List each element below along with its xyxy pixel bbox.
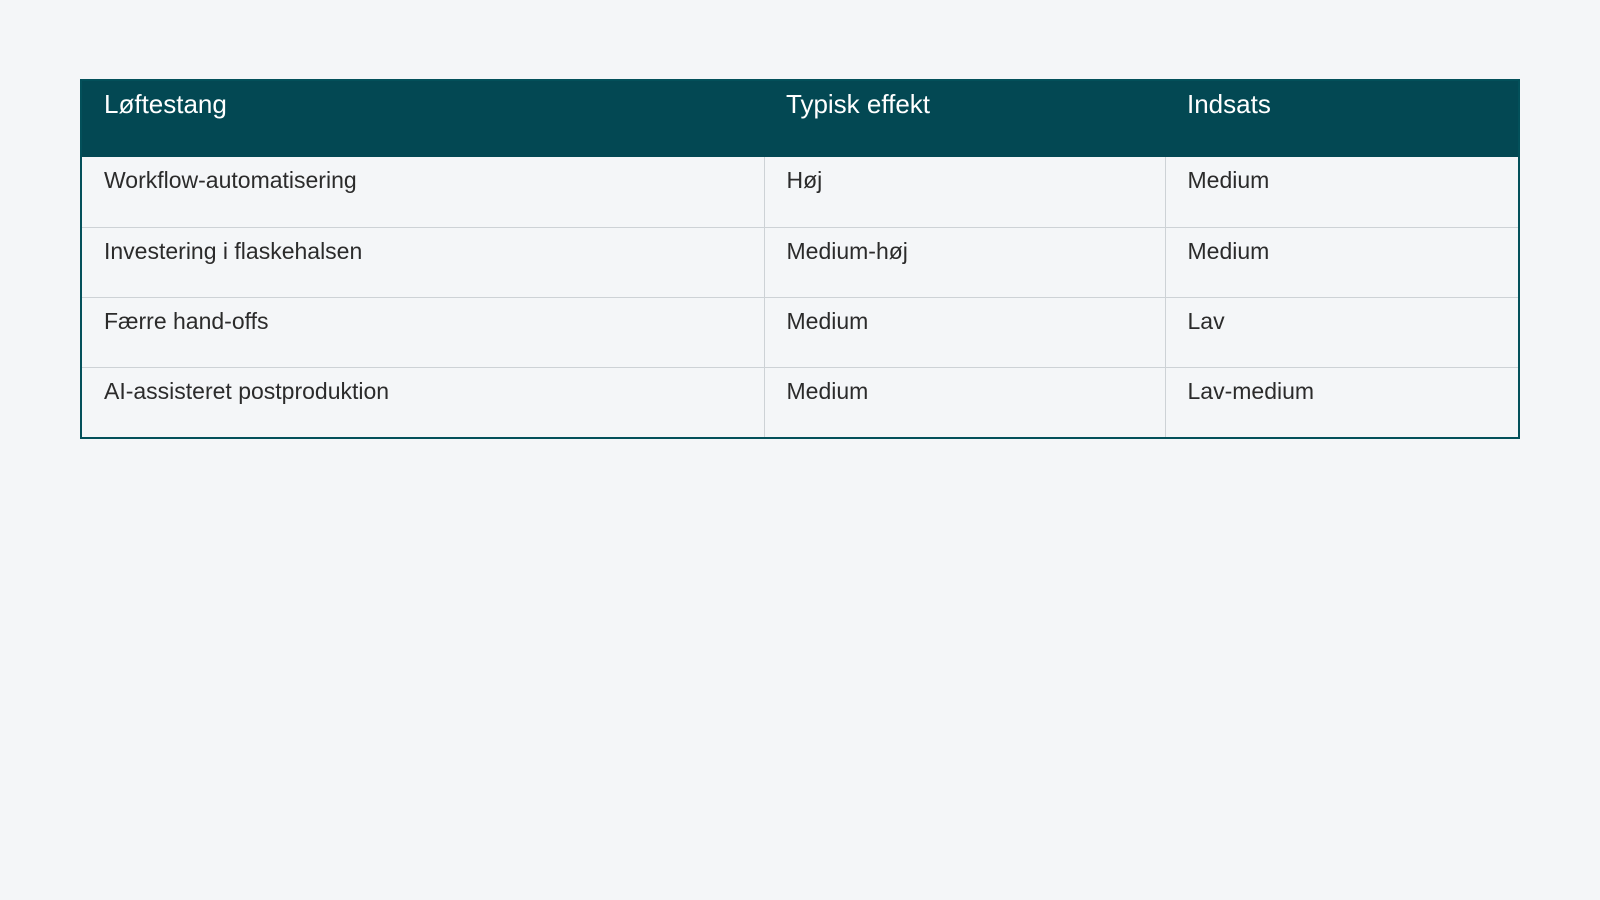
comparison-table: Løftestang Typisk effekt Indsats Workflo… — [82, 81, 1518, 437]
header-effort: Indsats — [1187, 89, 1271, 119]
table-row: Færre hand-offs Medium Lav — [82, 296, 1518, 367]
table-row: AI-assisteret postproduktion Medium Lav-… — [82, 366, 1518, 437]
cell-effort: Lav-medium — [1164, 366, 1518, 437]
header-lever: Løftestang — [104, 89, 227, 119]
cell-effect: Høj — [763, 157, 1165, 227]
cell-effort: Medium — [1164, 157, 1518, 227]
table-row: Workflow-automatisering Høj Medium — [82, 157, 1518, 227]
cell-effect: Medium-høj — [763, 226, 1165, 297]
header-typical-effect: Typisk effekt — [786, 89, 931, 119]
cell-effect: Medium — [763, 366, 1165, 437]
table-header-row: Løftestang Typisk effekt Indsats — [82, 81, 1518, 157]
lever-table: Løftestang Typisk effekt Indsats Workflo… — [80, 79, 1520, 439]
cell-effort: Lav — [1164, 296, 1518, 367]
cell-effort: Medium — [1164, 226, 1518, 297]
cell-lever: AI-assisteret postproduktion — [82, 366, 764, 437]
cell-lever: Færre hand-offs — [82, 296, 764, 367]
table-row: Investering i flaskehalsen Medium-høj Me… — [82, 226, 1518, 297]
cell-effect: Medium — [763, 296, 1165, 367]
cell-lever: Investering i flaskehalsen — [82, 226, 764, 297]
cell-lever: Workflow-automatisering — [104, 167, 357, 193]
